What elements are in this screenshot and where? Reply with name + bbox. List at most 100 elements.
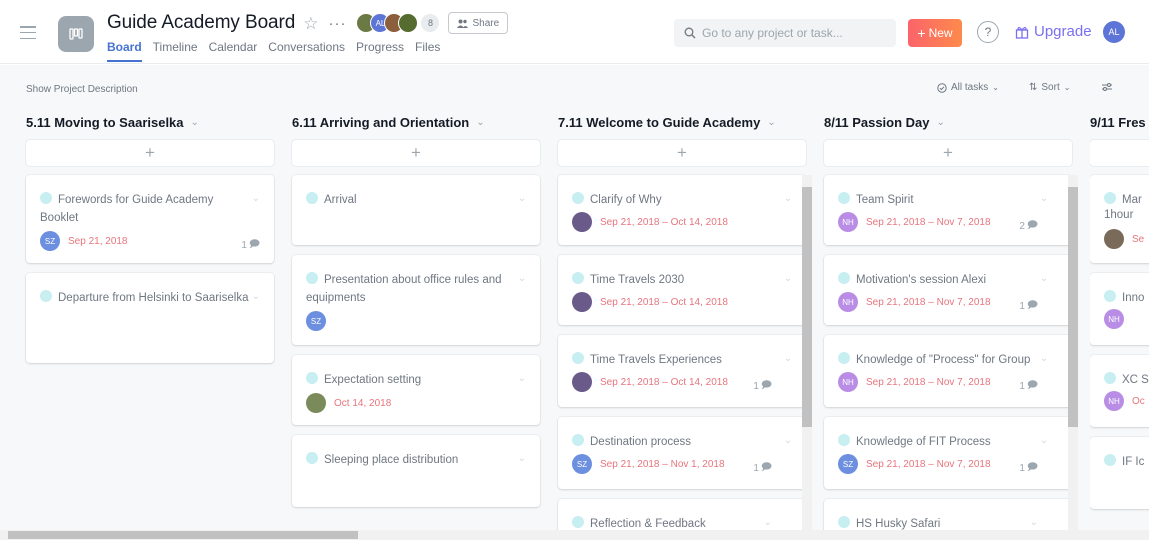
chevron-down-icon[interactable]: ⌄: [784, 353, 792, 364]
comment-count[interactable]: 2 🗩: [1019, 218, 1038, 235]
task-card[interactable]: XC S NH Oc: [1090, 355, 1149, 427]
check-icon[interactable]: [306, 272, 318, 284]
check-icon[interactable]: [306, 452, 318, 464]
new-button[interactable]: + New: [908, 19, 962, 47]
check-icon[interactable]: [40, 290, 52, 302]
comment-count[interactable]: 1 🗩: [1019, 378, 1038, 395]
task-card[interactable]: Knowledge of FIT Process ⌄ SZ Sep 21, 20…: [824, 417, 1072, 489]
task-card[interactable]: Clarify of Why ⌄ Sep 21, 2018 – Oct 14, …: [558, 175, 806, 245]
check-icon[interactable]: [572, 272, 584, 284]
due-date[interactable]: Oct 14, 2018: [334, 398, 391, 409]
tab-conversations[interactable]: Conversations: [268, 40, 345, 62]
tab-board[interactable]: Board: [107, 40, 142, 62]
due-date[interactable]: Oc: [1132, 396, 1145, 407]
due-date[interactable]: Sep 21, 2018 – Nov 7, 2018: [866, 297, 991, 308]
due-date[interactable]: Sep 21, 2018 – Oct 14, 2018: [600, 377, 728, 388]
task-card[interactable]: Team Spirit ⌄ NH Sep 21, 2018 – Nov 7, 2…: [824, 175, 1072, 245]
show-description-link[interactable]: Show Project Description: [26, 84, 138, 95]
column-scrollbar[interactable]: [802, 175, 812, 530]
task-card[interactable]: Time Travels Experiences ⌄ Sep 21, 2018 …: [558, 335, 806, 407]
search-input[interactable]: [702, 26, 882, 40]
customize-button[interactable]: [1101, 82, 1113, 92]
chevron-down-icon[interactable]: ⌄: [518, 453, 526, 464]
check-icon[interactable]: [1104, 454, 1116, 466]
check-icon[interactable]: [1104, 192, 1116, 204]
chevron-down-icon[interactable]: ⌄: [784, 435, 792, 446]
chevron-down-icon[interactable]: ⌄: [764, 517, 772, 528]
check-icon[interactable]: [572, 516, 584, 528]
avatar[interactable]: SZ: [572, 454, 592, 474]
due-date[interactable]: Sep 21, 2018 – Oct 14, 2018: [600, 297, 728, 308]
sort-button[interactable]: ⇅ Sort ⌄: [1029, 82, 1070, 93]
due-date[interactable]: Sep 21, 2018 – Nov 7, 2018: [866, 459, 991, 470]
task-card[interactable]: Reflection & Feedback ⌄: [558, 499, 806, 530]
due-date[interactable]: Sep 21, 2018 – Nov 1, 2018: [600, 459, 725, 470]
avatar[interactable]: NH: [838, 372, 858, 392]
column-title[interactable]: 5.11 Moving to Saariselka ⌄: [26, 115, 199, 130]
column-title[interactable]: 9/11 Fres: [1090, 115, 1146, 130]
chevron-down-icon[interactable]: ⌄: [518, 373, 526, 384]
task-card[interactable]: IF Ic: [1090, 437, 1149, 509]
add-task-button[interactable]: +: [26, 140, 274, 166]
help-button[interactable]: ?: [977, 21, 999, 43]
due-date[interactable]: Se: [1132, 234, 1144, 245]
avatar[interactable]: SZ: [40, 231, 60, 251]
add-task-button[interactable]: +: [292, 140, 540, 166]
tab-progress[interactable]: Progress: [356, 40, 404, 62]
task-card[interactable]: Arrival ⌄: [292, 175, 540, 245]
chevron-down-icon[interactable]: ⌄: [1040, 273, 1048, 284]
chevron-down-icon[interactable]: ⌄: [1030, 517, 1038, 528]
search-box[interactable]: [674, 19, 896, 47]
task-card[interactable]: Departure from Helsinki to Saariselka ⌄: [26, 273, 274, 363]
check-icon[interactable]: [838, 434, 850, 446]
scrollbar-thumb[interactable]: [8, 531, 358, 539]
tab-timeline[interactable]: Timeline: [153, 40, 198, 62]
task-card[interactable]: Presentation about office rules and equi…: [292, 255, 540, 345]
check-icon[interactable]: [572, 352, 584, 364]
scrollbar-thumb[interactable]: [802, 187, 812, 427]
avatar[interactable]: NH: [1104, 391, 1124, 411]
due-date[interactable]: Sep 21, 2018: [68, 236, 128, 247]
chevron-down-icon[interactable]: ⌄: [252, 291, 260, 302]
check-icon[interactable]: [838, 352, 850, 364]
task-card[interactable]: Motivation's session Alexi ⌄ NH Sep 21, …: [824, 255, 1072, 325]
comment-count[interactable]: 1 🗩: [753, 378, 772, 395]
chevron-down-icon[interactable]: ⌄: [1040, 353, 1048, 364]
tab-calendar[interactable]: Calendar: [209, 40, 258, 62]
check-icon[interactable]: [40, 192, 52, 204]
task-card[interactable]: Expectation setting ⌄ Oct 14, 2018: [292, 355, 540, 425]
check-icon[interactable]: [306, 372, 318, 384]
comment-count[interactable]: 1 🗩: [1019, 298, 1038, 315]
menu-icon[interactable]: [20, 26, 36, 39]
task-card[interactable]: Destination process ⌄ SZ Sep 21, 2018 – …: [558, 417, 806, 489]
chevron-down-icon[interactable]: ⌄: [784, 193, 792, 204]
check-icon[interactable]: [1104, 290, 1116, 302]
chevron-down-icon[interactable]: ⌄: [518, 193, 526, 204]
share-button[interactable]: Share: [448, 12, 509, 34]
avatar[interactable]: [572, 372, 592, 392]
comment-count[interactable]: 1 🗩: [753, 460, 772, 477]
check-icon[interactable]: [572, 192, 584, 204]
task-card[interactable]: Knowledge of "Process" for Group ⌄ NH Se…: [824, 335, 1072, 407]
chevron-down-icon[interactable]: ⌄: [937, 117, 945, 128]
user-avatar[interactable]: AL: [1103, 21, 1125, 43]
star-icon[interactable]: ☆: [303, 15, 318, 32]
add-task-button[interactable]: +: [558, 140, 806, 166]
avatar[interactable]: [572, 292, 592, 312]
avatar[interactable]: SZ: [838, 454, 858, 474]
task-card[interactable]: Mar 1hour Se: [1090, 175, 1149, 263]
chevron-down-icon[interactable]: ⌄: [476, 117, 484, 128]
tab-files[interactable]: Files: [415, 40, 440, 62]
avatar[interactable]: [306, 393, 326, 413]
column-scrollbar[interactable]: [1068, 175, 1078, 530]
chevron-down-icon[interactable]: ⌄: [518, 273, 526, 284]
all-tasks-filter[interactable]: All tasks ⌄: [937, 82, 999, 93]
chevron-down-icon[interactable]: ⌄: [784, 273, 792, 284]
avatar[interactable]: NH: [838, 212, 858, 232]
comment-count[interactable]: 1 🗩: [1019, 460, 1038, 477]
column-title[interactable]: 6.11 Arriving and Orientation ⌄: [292, 115, 485, 130]
comment-count[interactable]: 1 🗩: [241, 237, 260, 254]
add-task-button[interactable]: +: [824, 140, 1072, 166]
avatar[interactable]: NH: [838, 292, 858, 312]
check-icon[interactable]: [572, 434, 584, 446]
